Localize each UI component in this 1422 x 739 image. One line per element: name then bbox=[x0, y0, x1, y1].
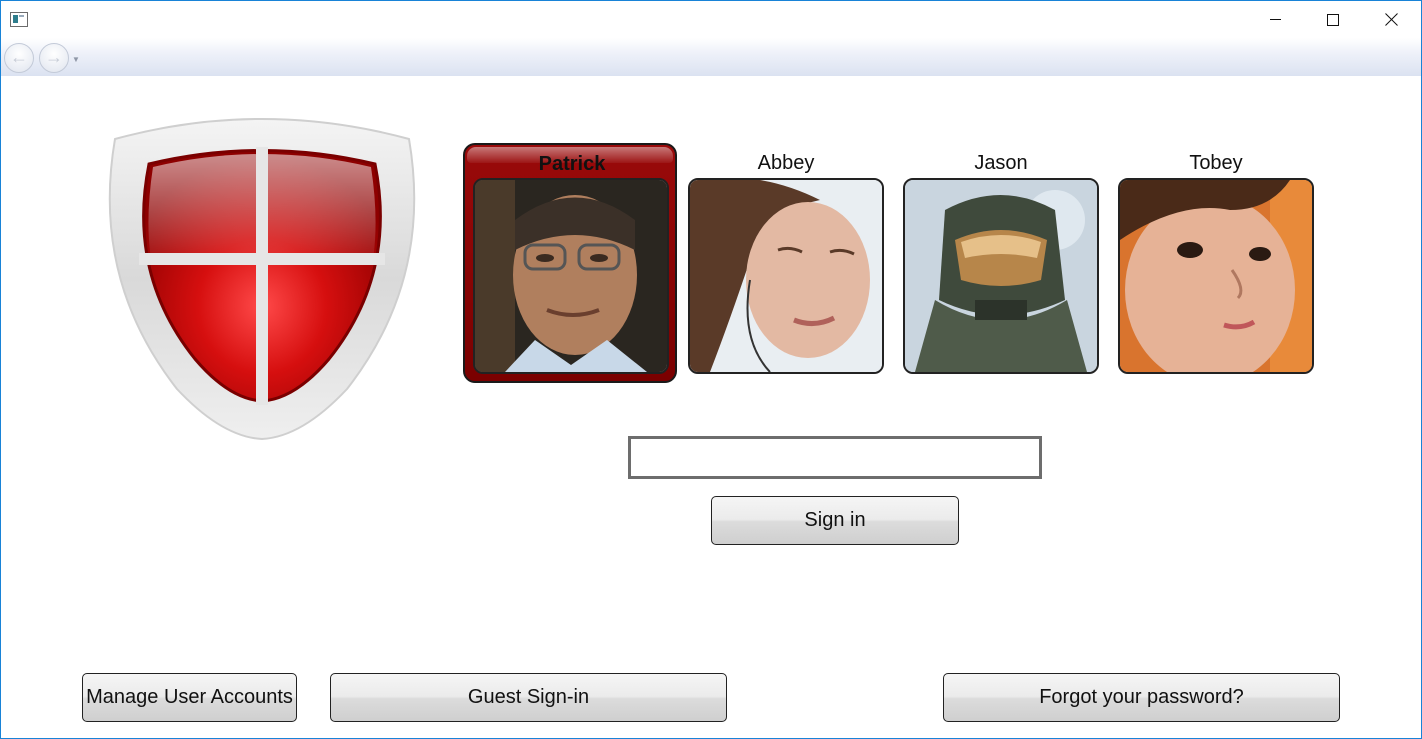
user-tile-patrick[interactable]: Patrick bbox=[463, 143, 677, 383]
user-tile-abbey[interactable]: Abbey bbox=[679, 143, 893, 383]
user-photo bbox=[1118, 178, 1314, 374]
shield-icon bbox=[108, 118, 416, 441]
forgot-password-button[interactable]: Forgot your password? bbox=[943, 673, 1340, 722]
close-icon bbox=[1385, 13, 1398, 26]
shield-logo bbox=[97, 109, 427, 441]
password-input[interactable] bbox=[628, 436, 1042, 479]
close-button[interactable] bbox=[1362, 1, 1420, 38]
user-tile-jason[interactable]: Jason bbox=[894, 143, 1108, 383]
user-photo bbox=[688, 178, 884, 374]
app-icon[interactable] bbox=[10, 12, 28, 27]
history-dropdown-icon[interactable]: ▼ bbox=[72, 55, 80, 64]
user-name-label: Abbey bbox=[757, 152, 815, 174]
app-window: ← → ▼ Patrick Abbey Jason Tobey Sign in … bbox=[0, 0, 1422, 739]
user-name-label: Jason bbox=[974, 152, 1028, 174]
user-photo bbox=[903, 178, 1099, 374]
manage-user-accounts-button[interactable]: Manage User Accounts bbox=[82, 673, 297, 722]
sign-in-button[interactable]: Sign in bbox=[711, 496, 959, 545]
minimize-icon bbox=[1269, 19, 1281, 20]
navigation-bar: ← → ▼ bbox=[1, 38, 1421, 76]
maximize-icon bbox=[1327, 13, 1339, 26]
back-arrow-icon: ← bbox=[10, 47, 28, 67]
title-bar[interactable] bbox=[1, 1, 1421, 38]
back-button[interactable]: ← bbox=[4, 43, 34, 73]
minimize-button[interactable] bbox=[1246, 1, 1304, 38]
user-name-label: Patrick bbox=[538, 153, 606, 175]
user-photo bbox=[473, 178, 669, 374]
forward-button[interactable]: → bbox=[39, 43, 69, 73]
maximize-button[interactable] bbox=[1304, 1, 1362, 38]
user-name-label: Tobey bbox=[1189, 152, 1243, 174]
guest-sign-in-button[interactable]: Guest Sign-in bbox=[330, 673, 727, 722]
user-tile-tobey[interactable]: Tobey bbox=[1109, 143, 1323, 383]
forward-arrow-icon: → bbox=[45, 47, 63, 67]
